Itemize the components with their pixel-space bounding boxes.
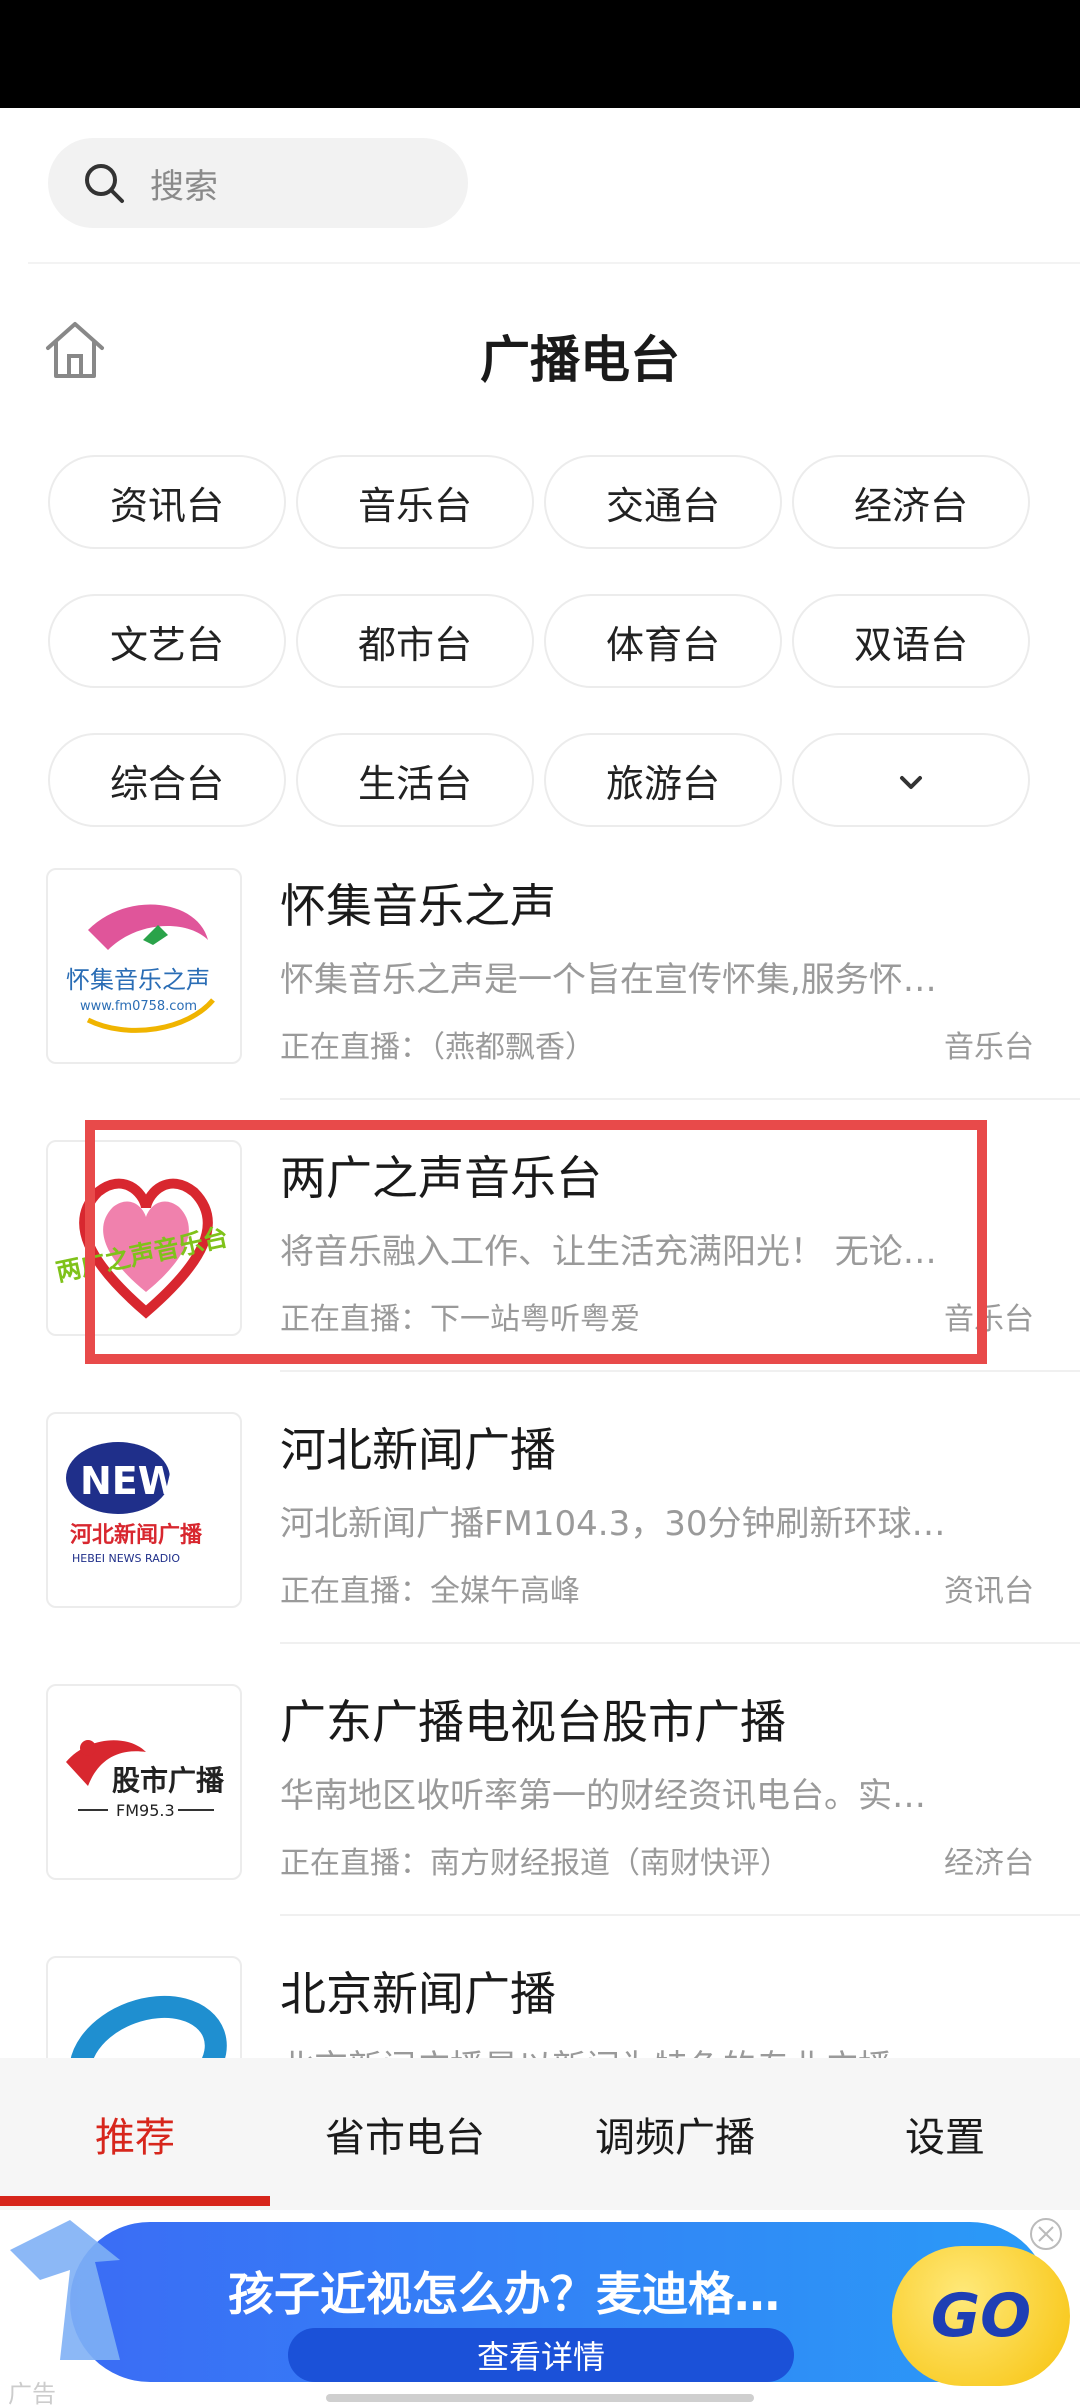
category-chip[interactable]: 体育台	[544, 594, 782, 688]
category-chip[interactable]: 文艺台	[48, 594, 286, 688]
logo-text: 股市广播	[112, 1764, 225, 1797]
station-category: 资讯台	[944, 1574, 1034, 1609]
station-logo: 怀集音乐之声 www.fm0758.com	[46, 868, 242, 1064]
divider	[280, 1914, 1080, 1916]
category-chip[interactable]: 生活台	[296, 733, 534, 827]
bottom-tab-bar: 推荐 省市电台 调频广播 设置	[0, 2058, 1080, 2210]
tab-provincial-stations[interactable]: 省市电台	[270, 2058, 540, 2210]
logo-text: NEWS	[80, 1459, 207, 1503]
station-item[interactable]: 怀集音乐之声 www.fm0758.com 怀集音乐之声 怀集音乐之声是一个旨在…	[0, 860, 1080, 1132]
station-logo: NEWS 河北新闻广播 HEBEI NEWS RADIO	[46, 1412, 242, 1608]
category-chip[interactable]: 双语台	[792, 594, 1030, 688]
logo-text: 怀集音乐之声	[66, 966, 210, 994]
station-category: 音乐台	[944, 1030, 1034, 1065]
arrow-icon	[0, 2210, 140, 2370]
divider	[280, 1098, 1080, 1100]
station-name: 广东广播电视台股市广播	[280, 1695, 786, 1749]
search-bar[interactable]: 搜索	[48, 138, 468, 228]
tab-fm-broadcast[interactable]: 调频广播	[540, 2058, 810, 2210]
now-playing: 正在直播：全媒午高峰	[280, 1574, 580, 1609]
category-chip[interactable]: 都市台	[296, 594, 534, 688]
station-item[interactable]: NEWS 河北新闻广播 HEBEI NEWS RADIO 河北新闻广播 河北新闻…	[0, 1404, 1080, 1676]
search-placeholder: 搜索	[150, 166, 218, 207]
logo-subtext-en: HEBEI NEWS RADIO	[72, 1552, 180, 1565]
tab-settings[interactable]: 设置	[810, 2058, 1080, 2210]
selection-highlight	[85, 1120, 987, 1364]
search-icon	[82, 161, 126, 205]
station-name: 怀集音乐之声	[280, 879, 556, 933]
station-item[interactable]: 股市广播 FM95.3 广东广播电视台股市广播 华南地区收听率第一的财经资讯电台…	[0, 1676, 1080, 1948]
more-categories-button[interactable]	[792, 733, 1030, 827]
now-playing: 正在直播：（燕都飘香）	[280, 1030, 595, 1065]
close-icon[interactable]	[1028, 2216, 1064, 2252]
status-bar	[0, 0, 1080, 108]
station-category: 经济台	[944, 1846, 1034, 1881]
station-description: 华南地区收听率第一的财经资讯电台。实…	[280, 1776, 926, 1816]
active-tab-indicator	[0, 2196, 270, 2206]
now-playing: 正在直播：南方财经报道（南财快评）	[280, 1846, 790, 1881]
station-description: 怀集音乐之声是一个旨在宣传怀集,服务怀…	[280, 960, 937, 1000]
logo-subtext: FM95.3	[116, 1801, 175, 1820]
divider	[280, 1642, 1080, 1644]
station-description: 河北新闻广播FM104.3，30分钟刷新环球…	[280, 1504, 946, 1544]
category-chip[interactable]: 交通台	[544, 455, 782, 549]
ad-banner[interactable]: 孩子近视怎么办？麦迪格… 查看详情 GO 广告	[0, 2210, 1080, 2408]
station-name: 河北新闻广播	[280, 1423, 556, 1477]
category-chip[interactable]: 综合台	[48, 733, 286, 827]
ad-label: 广告	[8, 2380, 56, 2408]
ad-go-button[interactable]: GO	[892, 2246, 1070, 2386]
logo-subtext: www.fm0758.com	[80, 999, 197, 1014]
ad-details-button[interactable]: 查看详情	[288, 2328, 794, 2382]
page-title: 广播电台	[480, 331, 680, 389]
category-chip[interactable]: 经济台	[792, 455, 1030, 549]
divider	[280, 1370, 1080, 1372]
divider	[28, 262, 1080, 264]
station-logo: 股市广播 FM95.3	[46, 1684, 242, 1880]
home-indicator[interactable]	[326, 2394, 754, 2402]
category-chip[interactable]: 音乐台	[296, 455, 534, 549]
tab-recommend[interactable]: 推荐	[0, 2058, 270, 2210]
ad-headline: 孩子近视怎么办？麦迪格…	[228, 2267, 780, 2321]
logo-subtext: 河北新闻广播	[70, 1522, 203, 1548]
category-chip[interactable]: 旅游台	[544, 733, 782, 827]
chevron-down-icon	[896, 758, 926, 802]
station-name: 北京新闻广播	[280, 1967, 556, 2021]
category-chip[interactable]: 资讯台	[48, 455, 286, 549]
